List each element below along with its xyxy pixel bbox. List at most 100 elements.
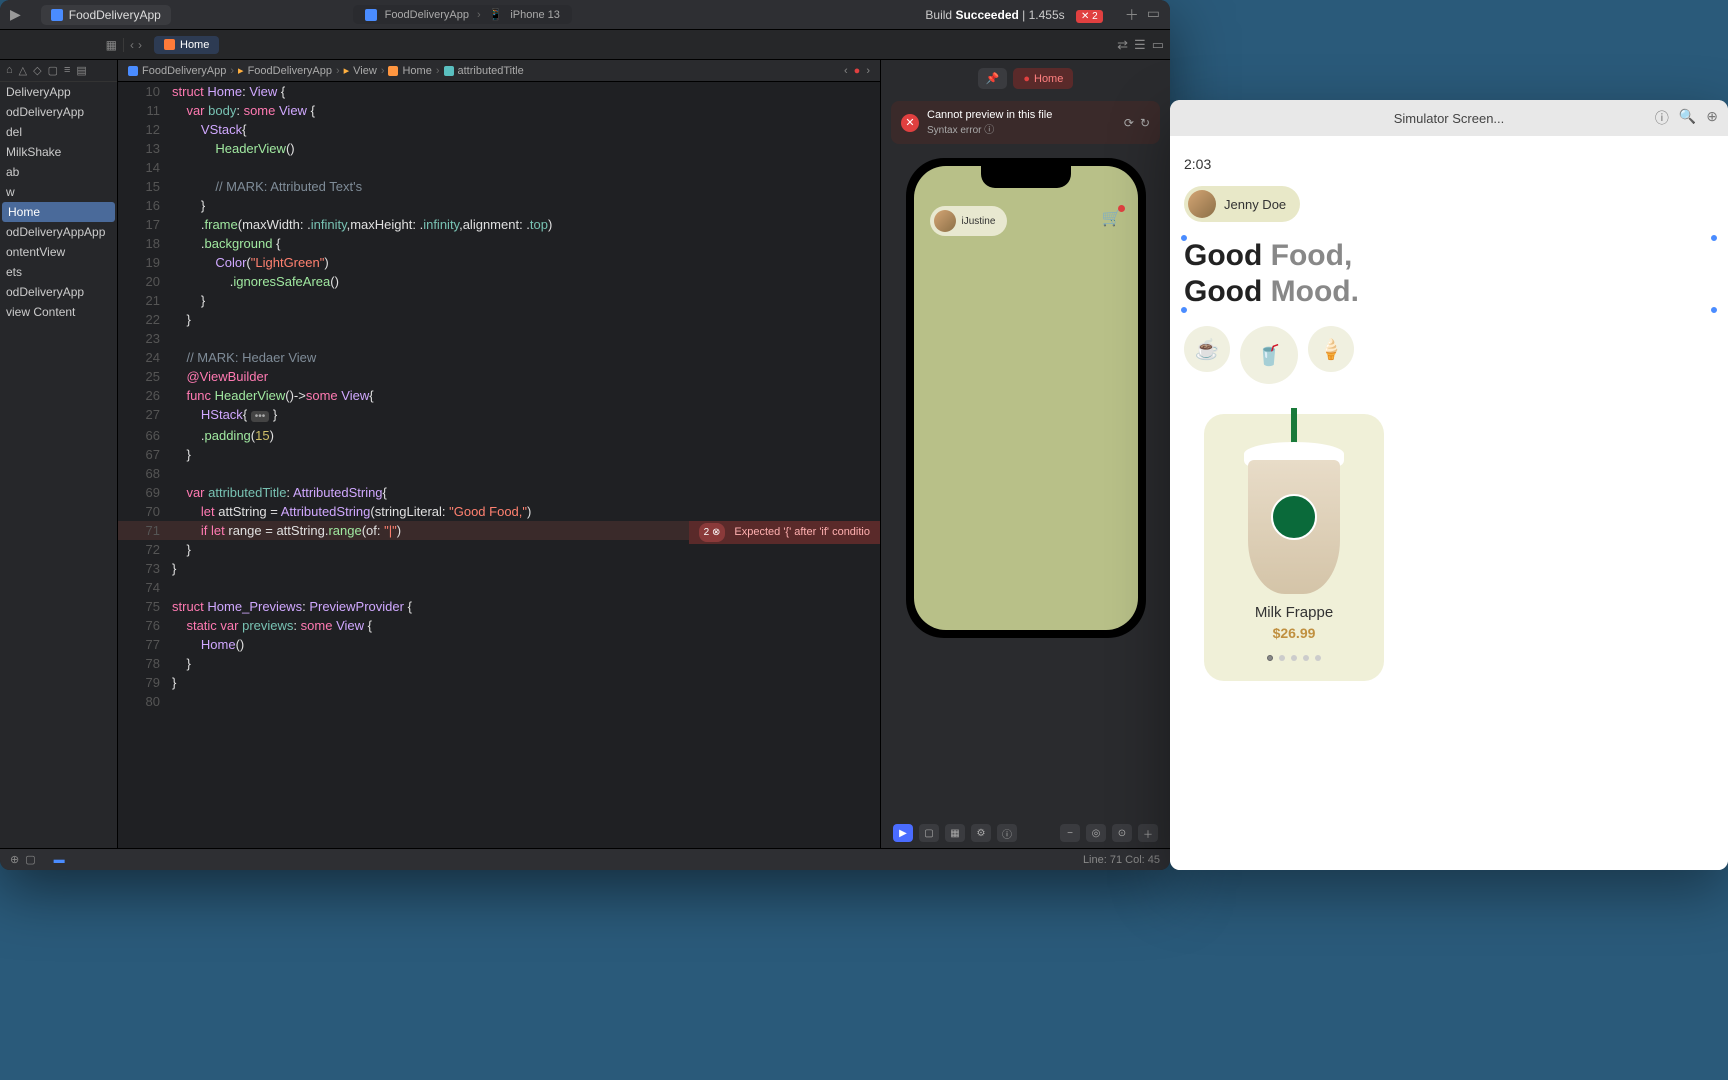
code-line[interactable]: 80: [118, 692, 880, 711]
back-icon[interactable]: ‹: [844, 65, 848, 77]
adjust-editor-icon[interactable]: ⇄: [1117, 37, 1128, 53]
page-indicator[interactable]: [1267, 655, 1321, 661]
code-line[interactable]: 66 .padding(15): [118, 426, 880, 445]
run-button[interactable]: ▶: [10, 6, 21, 23]
code-line[interactable]: 19 Color("LightGreen"): [118, 253, 880, 272]
code-line[interactable]: 10struct Home: View {: [118, 82, 880, 101]
scheme-selector[interactable]: FoodDeliveryApp: [41, 5, 171, 25]
category-item[interactable]: ☕: [1184, 326, 1230, 372]
code-line[interactable]: 11 var body: some View {: [118, 101, 880, 120]
device-settings-button[interactable]: ⚙: [971, 824, 991, 842]
code-line[interactable]: 12 VStack{: [118, 120, 880, 139]
zoom-fit-button[interactable]: ◎: [1086, 824, 1106, 842]
sidebar-item[interactable]: w: [0, 182, 117, 202]
pin-button[interactable]: 📌: [978, 68, 1008, 89]
info-icon[interactable]: ⓘ: [1655, 108, 1669, 128]
zoom-in-button[interactable]: ＋: [1138, 824, 1158, 842]
refresh-icon[interactable]: ↻: [1140, 116, 1150, 130]
product-card[interactable]: Milk Frappe $26.99: [1204, 414, 1384, 681]
list-icon[interactable]: ▤: [76, 64, 86, 77]
forward-button[interactable]: ›: [138, 38, 142, 52]
code-line[interactable]: 69 var attributedTitle: AttributedString…: [118, 483, 880, 502]
code-line[interactable]: 17 .frame(maxWidth: .infinity,maxHeight:…: [118, 215, 880, 234]
code-editor[interactable]: 10struct Home: View {11 var body: some V…: [118, 82, 880, 848]
diagnostics-icon[interactable]: ⟳: [1124, 116, 1134, 130]
zoom-actual-button[interactable]: ⊙: [1112, 824, 1132, 842]
sidebar-item[interactable]: del: [0, 122, 117, 142]
code-line[interactable]: 75struct Home_Previews: PreviewProvider …: [118, 597, 880, 616]
variants-button[interactable]: ▦: [945, 824, 965, 842]
square-icon[interactable]: ▢: [48, 64, 58, 77]
code-line[interactable]: 21 }: [118, 291, 880, 310]
info-icon[interactable]: ⓘ: [984, 125, 994, 136]
activity-status[interactable]: Build Succeeded | 1.455s ✕ 2: [925, 8, 1102, 22]
user-chip[interactable]: Jenny Doe: [1184, 186, 1300, 222]
console-icon[interactable]: ▬: [54, 854, 65, 866]
back-button[interactable]: ‹: [130, 38, 134, 52]
code-line[interactable]: 79}: [118, 673, 880, 692]
error-nav-icon[interactable]: ●: [854, 65, 861, 77]
code-line[interactable]: 77 Home(): [118, 635, 880, 654]
library-button[interactable]: ▭: [1147, 5, 1160, 25]
tab-home[interactable]: Home: [154, 36, 219, 54]
category-item-selected[interactable]: 🥤: [1240, 326, 1298, 384]
code-line[interactable]: 78 }: [118, 654, 880, 673]
sidebar-item[interactable]: ab: [0, 162, 117, 182]
code-line[interactable]: 23: [118, 329, 880, 348]
minimap-icon[interactable]: ☰: [1134, 37, 1146, 53]
inline-error[interactable]: 2 ⊗ Expected '{' after 'if' conditio: [689, 521, 880, 544]
selection-box[interactable]: Good Food, Good Mood.: [1184, 238, 1714, 310]
code-line[interactable]: 76 static var previews: some View {: [118, 616, 880, 635]
sidebar-item[interactable]: ets: [0, 262, 117, 282]
code-line[interactable]: 18 .background {: [118, 234, 880, 253]
code-line[interactable]: 15 // MARK: Attributed Text's: [118, 177, 880, 196]
zoom-icon[interactable]: ⊕: [1706, 108, 1718, 128]
code-line[interactable]: 22 }: [118, 310, 880, 329]
sidebar-item[interactable]: odDeliveryApp: [0, 282, 117, 302]
code-line[interactable]: 16 }: [118, 196, 880, 215]
preview-error-banner[interactable]: ✕ Cannot preview in this file Syntax err…: [891, 101, 1160, 144]
forward-icon[interactable]: ›: [866, 65, 870, 77]
error-badge[interactable]: ✕ 2: [1076, 10, 1103, 23]
code-line[interactable]: 70 let attString = AttributedString(stri…: [118, 502, 880, 521]
sidebar-item[interactable]: MilkShake: [0, 142, 117, 162]
run-destination[interactable]: FoodDeliveryApp › 📱 iPhone 13: [353, 5, 572, 24]
breadcrumb-bar[interactable]: FoodDeliveryApp › ▸ FoodDeliveryApp › ▸ …: [118, 60, 880, 82]
zoom-out-button[interactable]: −: [1060, 824, 1080, 842]
code-line[interactable]: 71 if let range = attString.range(of: "|…: [118, 521, 880, 540]
sidebar-item[interactable]: odDeliveryAppApp: [0, 222, 117, 242]
code-line[interactable]: 67 }: [118, 445, 880, 464]
canvas-toggle-icon[interactable]: ▭: [1152, 37, 1164, 53]
code-line[interactable]: 73}: [118, 559, 880, 578]
canvas-preview-tab[interactable]: ● Home: [1013, 68, 1073, 89]
status-time: 2:03: [1184, 156, 1714, 172]
live-button[interactable]: ▶: [893, 824, 913, 842]
grid-icon[interactable]: ▦: [106, 38, 117, 52]
code-line[interactable]: 14: [118, 158, 880, 177]
code-line[interactable]: 24 // MARK: Hedaer View: [118, 348, 880, 367]
sidebar-item[interactable]: DeliveryApp: [0, 82, 117, 102]
code-line[interactable]: 74: [118, 578, 880, 597]
bars-icon[interactable]: ≡: [64, 64, 70, 77]
sidebar-item[interactable]: Home: [2, 202, 115, 222]
code-line[interactable]: 68: [118, 464, 880, 483]
code-line[interactable]: 26 func HeaderView()->some View{: [118, 386, 880, 405]
warn-icon[interactable]: △: [19, 64, 27, 77]
folder-icon[interactable]: ⌂: [6, 64, 13, 77]
code-line[interactable]: 27 HStack{ ••• }: [118, 405, 880, 426]
code-line[interactable]: 13 HeaderView(): [118, 139, 880, 158]
category-item[interactable]: 🍦: [1308, 326, 1354, 372]
info-button[interactable]: ⓘ: [997, 824, 1017, 842]
sidebar-item[interactable]: odDeliveryApp: [0, 102, 117, 122]
code-line[interactable]: 25 @ViewBuilder: [118, 367, 880, 386]
sidebar-item[interactable]: view Content: [0, 302, 117, 322]
filter-icon-2[interactable]: ▢: [25, 853, 35, 866]
diamond-icon[interactable]: ◇: [33, 64, 41, 77]
selectable-button[interactable]: ▢: [919, 824, 939, 842]
simulator-titlebar[interactable]: Simulator Screen... ⓘ 🔍 ⊕: [1170, 100, 1728, 136]
sidebar-item[interactable]: ontentView: [0, 242, 117, 262]
filter-icon[interactable]: ⊕: [10, 853, 19, 866]
search-icon[interactable]: 🔍: [1679, 108, 1696, 128]
code-line[interactable]: 20 .ignoresSafeArea(): [118, 272, 880, 291]
add-button[interactable]: ＋: [1125, 5, 1139, 25]
